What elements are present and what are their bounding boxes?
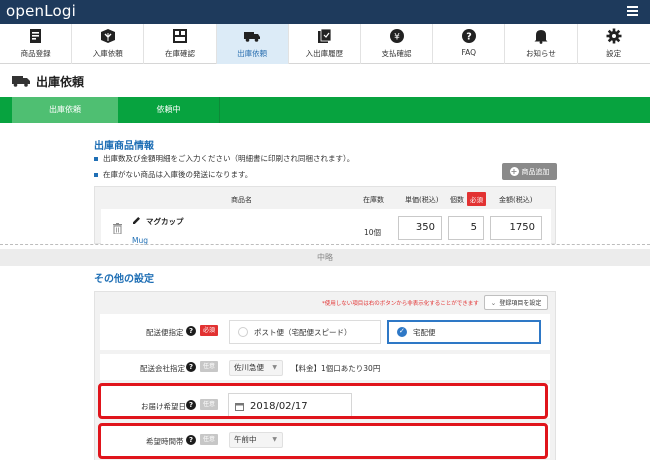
column-header-unit-price: 単価(税込)	[405, 196, 439, 204]
shelf-icon	[172, 29, 187, 43]
nav-label: 入庫依頼	[92, 49, 123, 58]
nav-item-outbound[interactable]: 出庫依頼	[216, 24, 289, 64]
caret-down-icon: ▼	[272, 364, 277, 371]
product-register-icon	[29, 29, 41, 43]
column-header-stock: 在庫数	[363, 196, 384, 204]
nav-item-product-register[interactable]: 商品登録	[0, 24, 73, 64]
add-product-label: 商品追加	[521, 167, 550, 176]
nav-item-inbound[interactable]: 入庫依頼	[72, 24, 145, 64]
unit-price-input[interactable]: 350	[398, 216, 442, 240]
step-bar: 出庫依頼 依頼中	[0, 97, 650, 123]
svg-text:?: ?	[466, 32, 472, 43]
nav-item-faq[interactable]: ? FAQ	[433, 24, 506, 64]
step-current: 出庫依頼	[12, 97, 118, 123]
stock-count: 10個	[364, 228, 382, 237]
omit-divider	[0, 244, 650, 245]
radio-button	[238, 327, 248, 337]
highlight-box-delivery-time	[98, 423, 548, 459]
nav-label: 入出庫履歴	[305, 49, 344, 58]
settings-note: *使用しない項目は右のボタンから非表示化することができます	[322, 301, 479, 307]
nav-item-payment[interactable]: ¥ 支払確認	[361, 24, 434, 64]
main-nav: 商品登録 入庫依頼 在庫確認 出庫依頼 入出庫履歴 ¥ 支払確認 ? FAQ お…	[0, 24, 650, 64]
nav-item-news[interactable]: お知らせ	[505, 24, 578, 64]
nav-item-settings[interactable]: 設定	[578, 24, 650, 64]
column-header-qty: 個数 必須	[450, 192, 486, 206]
chevron-down-icon: ⌄	[490, 298, 497, 307]
required-badge: 必須	[200, 325, 218, 336]
truck-icon	[244, 32, 261, 42]
product-name: マグカップ	[146, 217, 184, 226]
configure-fields-button[interactable]: ⌄ 登録項目を設定	[484, 295, 548, 310]
inbound-box-icon	[100, 29, 115, 43]
list-icon[interactable]	[627, 6, 638, 17]
label-carrier: 配送会社指定	[140, 364, 185, 373]
carrier-value: 佐川急便	[234, 363, 264, 372]
column-header-amount: 金額(税込)	[499, 196, 533, 204]
highlight-box-delivery-date	[98, 383, 548, 419]
top-bar: openLogi	[0, 0, 650, 24]
radio-button-checked	[397, 327, 407, 337]
svg-text:¥: ¥	[394, 32, 400, 42]
nav-label: 設定	[606, 49, 622, 58]
gear-icon	[606, 28, 622, 44]
product-table: 商品名 在庫数 単価(税込) 個数 必須 金額(税込)	[94, 186, 556, 245]
nav-label: 在庫確認	[164, 49, 195, 58]
help-icon: ?	[461, 29, 476, 43]
qty-label: 個数	[450, 196, 464, 204]
instruction-text: 在庫がない商品は入庫後の発送になります。	[94, 169, 252, 180]
section-title-products: 出庫商品情報	[94, 141, 154, 152]
required-badge: 必須	[467, 192, 486, 206]
yen-coin-icon: ¥	[389, 29, 404, 43]
radio-label: 宅配便	[413, 327, 436, 337]
nav-label: FAQ	[461, 48, 476, 57]
optional-badge: 任意	[200, 361, 218, 372]
radio-label: ポスト便（宅配便スピード）	[254, 327, 352, 337]
openlogi-logo[interactable]: openLogi	[6, 2, 76, 20]
radio-post-delivery[interactable]: ポスト便（宅配便スピード）	[229, 320, 381, 344]
section-title-other: その他の設定	[94, 274, 154, 285]
instruction-text: 出庫数及び金額明細をご入力ください（明細書に印刷され同梱されます）。	[94, 153, 354, 164]
radio-home-delivery[interactable]: 宅配便	[387, 320, 541, 344]
column-header-name: 商品名	[231, 196, 252, 204]
configure-fields-label: 登録項目を設定	[499, 300, 542, 307]
step-next: 依頼中	[118, 97, 220, 123]
nav-label: 出庫依頼	[237, 49, 268, 58]
label-delivery-method: 配送便指定	[146, 328, 184, 337]
omit-band: 中略	[0, 249, 650, 266]
edit-icon[interactable]	[132, 216, 141, 225]
amount-input[interactable]: 1750	[490, 216, 542, 240]
trash-icon[interactable]	[113, 223, 122, 234]
bell-icon	[534, 30, 548, 44]
quantity-input[interactable]: 5	[448, 216, 484, 240]
page-title: 出庫依頼	[12, 72, 84, 90]
help-icon[interactable]: ?	[186, 362, 196, 372]
truck-icon	[12, 76, 30, 87]
history-icon	[318, 28, 332, 43]
nav-label: 商品登録	[20, 49, 51, 58]
add-product-button[interactable]: + 商品追加	[502, 163, 557, 180]
nav-label: お知らせ	[525, 49, 556, 58]
page-title-text: 出庫依頼	[36, 74, 85, 89]
carrier-select[interactable]: 佐川急便 ▼	[229, 360, 283, 376]
nav-item-stock[interactable]: 在庫確認	[144, 24, 217, 64]
carrier-fee: 【料金】1個口あたり30円	[291, 364, 381, 373]
nav-label: 支払確認	[381, 49, 412, 58]
help-icon[interactable]: ?	[186, 326, 196, 336]
nav-item-history[interactable]: 入出庫履歴	[289, 24, 361, 64]
plus-icon: +	[509, 167, 519, 176]
